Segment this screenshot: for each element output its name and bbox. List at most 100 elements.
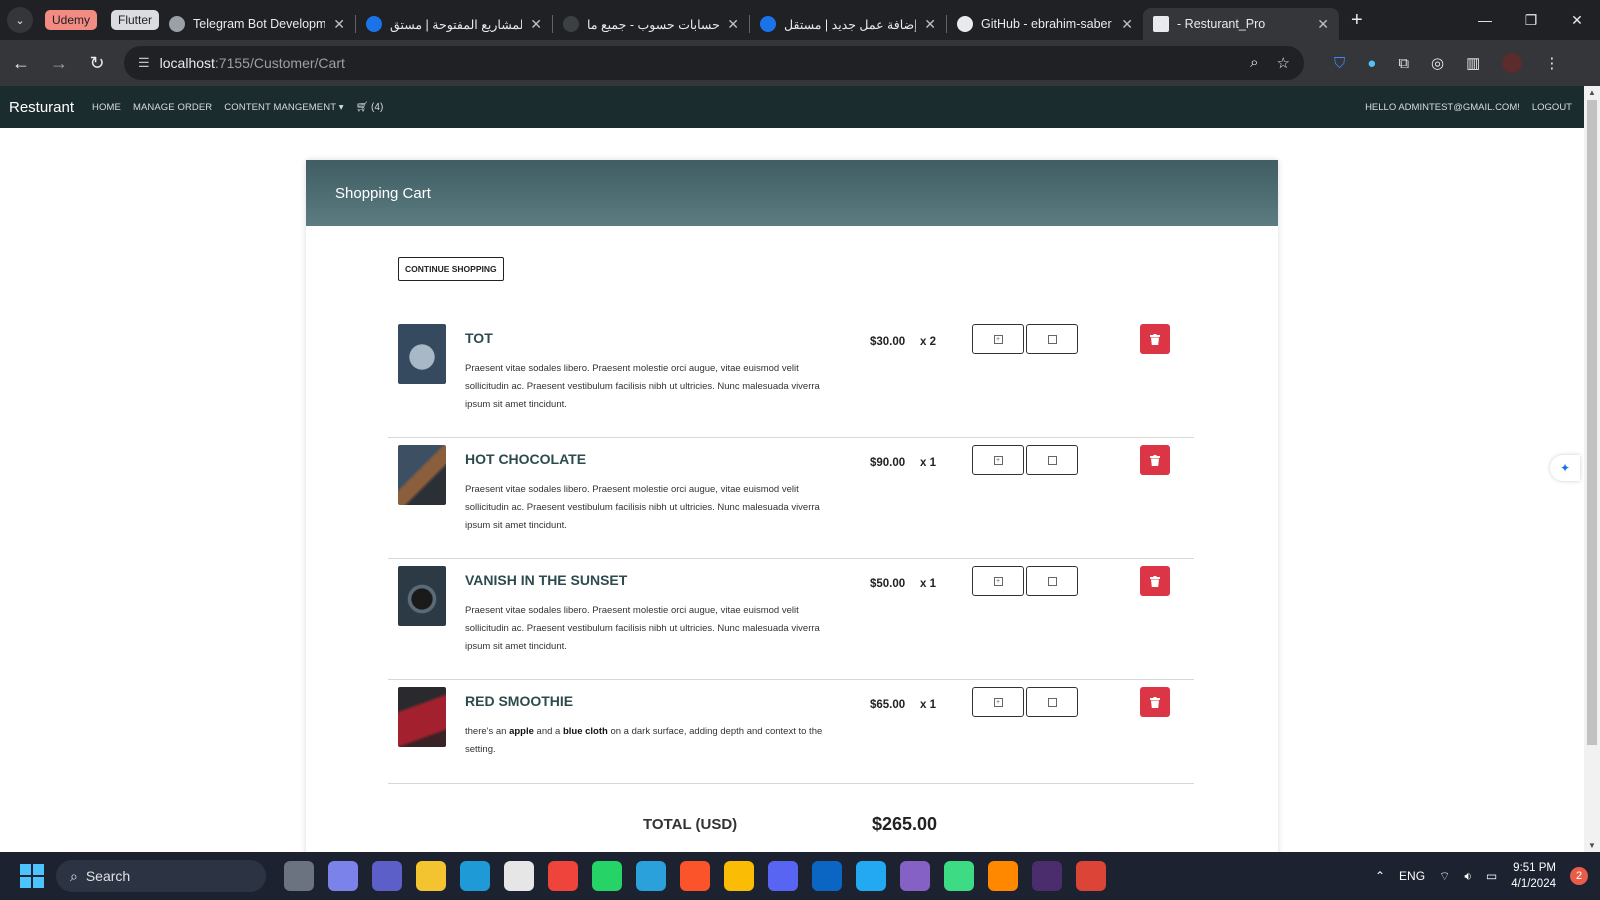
url-text[interactable]: localhost:7155/Customer/Cart xyxy=(160,55,1250,71)
new-tab-button[interactable]: + xyxy=(1351,9,1363,32)
tab-resturant-pro[interactable]: - Resturant_Pro ✕ xyxy=(1143,8,1340,40)
site-info-icon[interactable]: ☰ xyxy=(138,55,150,71)
zoom-icon[interactable]: ⌕ xyxy=(1250,54,1258,72)
tab-mostaql-add-work[interactable]: إضافة عمل جديد | مستقل ✕ xyxy=(750,8,946,40)
item-name: RED SMOOTHIE xyxy=(465,693,574,709)
item-divider xyxy=(388,783,1194,784)
meet-icon[interactable] xyxy=(372,861,402,891)
nav-content-management[interactable]: Content Mangement ▾ xyxy=(224,102,343,113)
shield-extension-icon[interactable]: ⛉ xyxy=(1334,55,1345,72)
chrome-active-icon[interactable] xyxy=(1076,861,1106,891)
profile-avatar[interactable] xyxy=(1502,53,1523,73)
language-indicator[interactable]: ENG xyxy=(1399,869,1425,883)
nav-manage-order[interactable]: Manage Order xyxy=(133,102,212,113)
brand-logo[interactable]: Resturant xyxy=(9,99,74,116)
tab-github[interactable]: GitHub - ebrahim-saber ✕ xyxy=(947,8,1143,40)
cart-count: (4) xyxy=(371,101,384,113)
vscode-icon[interactable] xyxy=(856,861,886,891)
decrease-button[interactable] xyxy=(1026,687,1078,717)
close-icon[interactable]: ✕ xyxy=(1317,16,1329,33)
anydesk-icon[interactable] xyxy=(548,861,578,891)
file-explorer-icon[interactable] xyxy=(416,861,446,891)
tab-mostaql-projects[interactable]: المشاريع المفتوحة | مستق ✕ xyxy=(356,8,552,40)
delete-button[interactable] xyxy=(1140,324,1170,354)
address-bar[interactable]: ☰ localhost:7155/Customer/Cart ⌕ ☆ xyxy=(124,46,1304,80)
volume-icon[interactable]: 🔉︎ xyxy=(1464,869,1472,884)
browser-menu-icon[interactable]: ⋮ xyxy=(1544,54,1559,72)
trash-icon xyxy=(1150,696,1160,708)
scroll-down-arrow[interactable]: ▼ xyxy=(1584,841,1600,850)
tab-group-udemy[interactable]: Udemy xyxy=(45,10,98,30)
close-icon[interactable]: ✕ xyxy=(333,16,345,33)
minimize-button[interactable]: — xyxy=(1462,12,1508,28)
browser-toolbar: ← → ↻ ☰ localhost:7155/Customer/Cart ⌕ ☆… xyxy=(0,40,1600,86)
linkedin-icon[interactable] xyxy=(812,861,842,891)
increase-button[interactable]: + xyxy=(972,566,1024,596)
android-studio-icon[interactable] xyxy=(944,861,974,891)
telegram-icon[interactable] xyxy=(636,861,666,891)
brave-icon[interactable] xyxy=(680,861,710,891)
page-icon xyxy=(1153,16,1170,32)
extensions-puzzle-icon[interactable]: ⧉ xyxy=(1398,55,1409,72)
window-close-button[interactable]: ✕ xyxy=(1554,12,1600,29)
reload-button[interactable]: ↻ xyxy=(80,53,114,74)
mostaql-icon xyxy=(760,16,777,32)
back-button[interactable]: ← xyxy=(4,53,38,74)
item-description: there's an apple and a blue cloth on a d… xyxy=(465,726,823,755)
windows-start-icon[interactable] xyxy=(20,864,44,888)
close-icon[interactable]: ✕ xyxy=(727,16,739,33)
drop-extension-icon[interactable]: ● xyxy=(1367,55,1376,72)
delete-button[interactable] xyxy=(1140,445,1170,475)
increase-button[interactable]: + xyxy=(972,445,1024,475)
visual-studio-icon[interactable] xyxy=(900,861,930,891)
system-clock[interactable]: 9:51 PM 4/1/2024 xyxy=(1511,860,1556,892)
teams-icon[interactable] xyxy=(328,861,358,891)
bookmark-star-icon[interactable]: ☆ xyxy=(1277,54,1290,72)
performance-icon[interactable]: ◎ xyxy=(1431,54,1444,72)
continue-shopping-button[interactable]: CONTINUE SHOPPING xyxy=(398,257,504,281)
vlc-icon[interactable] xyxy=(988,861,1018,891)
increase-button[interactable]: + xyxy=(972,324,1024,354)
edge-icon[interactable] xyxy=(460,861,490,891)
increase-button[interactable]: + xyxy=(972,687,1024,717)
store-icon[interactable] xyxy=(504,861,534,891)
discord-icon[interactable] xyxy=(768,861,798,891)
cart-title: Shopping Cart xyxy=(335,184,431,202)
chrome-icon[interactable] xyxy=(724,861,754,891)
tab-title: GitHub - ebrahim-saber xyxy=(981,17,1112,31)
decrease-button[interactable] xyxy=(1026,445,1078,475)
tab-hsoub-accounts[interactable]: حسابات حسوب - جميع ما ✕ xyxy=(553,8,749,40)
tray-chevron-icon[interactable]: ⌃ xyxy=(1375,869,1385,883)
terminal-icon[interactable] xyxy=(1032,861,1062,891)
user-greeting[interactable]: HELLO ADMINTEST@GMAIL.COM! xyxy=(1365,102,1520,113)
page-scrollbar[interactable]: ▲ ▼ xyxy=(1584,86,1600,852)
close-icon[interactable]: ✕ xyxy=(1121,16,1133,33)
item-thumbnail xyxy=(398,445,446,505)
tab-telegram[interactable]: Telegram Bot Developm ✕ xyxy=(159,8,355,40)
notification-badge[interactable]: 2 xyxy=(1570,867,1588,885)
tab-search-button[interactable]: ⌄ xyxy=(7,7,33,33)
side-panel-icon[interactable]: ▥ xyxy=(1466,54,1480,72)
logout-link[interactable]: LOGOUT xyxy=(1532,102,1572,113)
nav-home[interactable]: Home xyxy=(92,102,121,113)
whatsapp-icon[interactable] xyxy=(592,861,622,891)
close-icon[interactable]: ✕ xyxy=(530,16,542,33)
task-view-icon[interactable] xyxy=(284,861,314,891)
delete-button[interactable] xyxy=(1140,566,1170,596)
wifi-icon[interactable]: ⌔ xyxy=(1439,869,1450,884)
nav-cart[interactable]: 🛒︎ (4) xyxy=(356,102,384,113)
globe-icon xyxy=(169,16,186,32)
decrease-button[interactable] xyxy=(1026,566,1078,596)
search-icon: ⌕ xyxy=(70,867,78,884)
decrease-button[interactable] xyxy=(1026,324,1078,354)
maximize-button[interactable]: ❐ xyxy=(1508,12,1554,29)
scroll-up-arrow[interactable]: ▲ xyxy=(1584,88,1600,97)
taskbar-search[interactable]: ⌕ Search xyxy=(56,860,266,892)
sparkle-assistant-icon[interactable]: ✦ xyxy=(1550,455,1580,481)
scrollbar-thumb[interactable] xyxy=(1587,100,1597,745)
forward-button[interactable]: → xyxy=(42,53,76,74)
tab-group-flutter[interactable]: Flutter xyxy=(111,10,160,30)
close-icon[interactable]: ✕ xyxy=(924,16,936,33)
delete-button[interactable] xyxy=(1140,687,1170,717)
battery-icon[interactable]: ▭ xyxy=(1486,869,1497,883)
